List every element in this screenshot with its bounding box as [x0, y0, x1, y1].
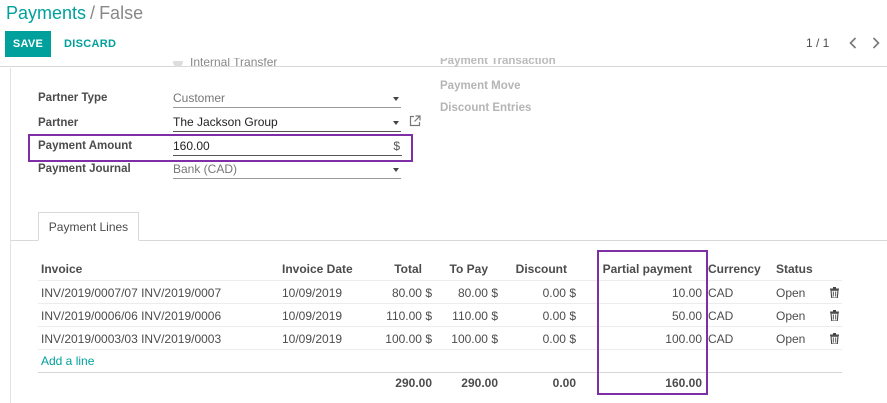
cell-currency: CAD: [708, 332, 734, 346]
column-header-discount[interactable]: Discount: [500, 262, 567, 276]
row-divider: [38, 303, 842, 304]
payment-transaction-label: Payment Transaction: [440, 58, 556, 67]
to-pay-sum: 290.00: [461, 376, 498, 390]
external-link-icon[interactable]: [409, 115, 421, 127]
row-divider: [38, 349, 842, 350]
control-panel: Payments / False SAVE DISCARD 1 / 1: [0, 0, 887, 67]
partner-type-label: Partner Type: [38, 92, 108, 104]
partner-label: Partner: [38, 117, 79, 129]
radio-internal-transfer[interactable]: [173, 61, 185, 68]
breadcrumb-current: False: [99, 3, 144, 23]
partner-type-select[interactable]: Customer: [173, 90, 401, 108]
header-divider: [38, 280, 842, 281]
breadcrumb-separator: /: [90, 3, 96, 23]
partner-value: The Jackson Group: [173, 115, 278, 129]
cell-discount: 0.00 $: [542, 332, 576, 346]
add-a-line-link[interactable]: Add a line: [41, 354, 94, 368]
breadcrumb: Payments / False: [6, 3, 143, 24]
save-button[interactable]: SAVE: [5, 31, 51, 57]
currency-symbol: $: [393, 139, 400, 153]
trash-icon[interactable]: [830, 333, 839, 345]
cell-invoice-date: 10/09/2019: [282, 332, 343, 346]
discount-sum: 0.00: [552, 376, 576, 390]
payment-journal-label: Payment Journal: [38, 163, 131, 175]
tab-bar-line: [11, 240, 887, 241]
discount-entries-label: Discount Entries: [440, 102, 532, 114]
cell-discount: 0.00 $: [542, 286, 576, 300]
chevron-right-icon[interactable]: [867, 33, 885, 53]
cell-status: Open: [776, 309, 806, 323]
caret-down-icon: [393, 97, 399, 101]
total-sum: 290.00: [395, 376, 432, 390]
cell-status: Open: [776, 332, 806, 346]
column-header-invoice-date[interactable]: Invoice Date: [282, 262, 353, 276]
tab-payment-lines[interactable]: Payment Lines: [38, 212, 139, 241]
column-header-status[interactable]: Status: [776, 262, 813, 276]
form-sheet: [10, 68, 887, 403]
cell-total: 100.00 $: [385, 332, 432, 346]
column-header-invoice[interactable]: Invoice: [41, 262, 82, 276]
cell-invoice: INV/2019/0007/07 INV/2019/0007: [41, 286, 222, 300]
cell-invoice-date: 10/09/2019: [282, 309, 343, 323]
cell-currency: CAD: [708, 309, 734, 323]
partial-payment-highlight: [597, 250, 708, 395]
partner-field[interactable]: The Jackson Group: [173, 114, 401, 132]
column-header-to-pay[interactable]: To Pay: [430, 262, 488, 276]
breadcrumb-payments-link[interactable]: Payments: [6, 3, 86, 23]
column-header-total[interactable]: Total: [360, 262, 422, 276]
chevron-left-icon[interactable]: [844, 33, 862, 53]
payment-amount-value: 160.00: [173, 139, 210, 153]
discard-button[interactable]: DISCARD: [58, 31, 122, 57]
cell-invoice: INV/2019/0006/06 INV/2019/0006: [41, 309, 222, 323]
payment-move-label: Payment Move: [440, 80, 521, 92]
trash-icon[interactable]: [830, 287, 839, 299]
row-divider: [38, 326, 842, 327]
caret-down-icon: [393, 121, 399, 125]
trash-icon[interactable]: [830, 310, 839, 322]
cell-total: 110.00 $: [386, 309, 432, 323]
payment-journal-select[interactable]: Bank (CAD): [173, 161, 401, 179]
radio-internal-transfer-label: Internal Transfer: [190, 58, 278, 69]
payment-amount-input[interactable]: 160.00 $: [173, 138, 402, 156]
pager-value[interactable]: 1 / 1: [806, 36, 829, 50]
cell-currency: CAD: [708, 286, 734, 300]
cell-status: Open: [776, 286, 806, 300]
payment-amount-label: Payment Amount: [38, 140, 133, 152]
cell-invoice: INV/2019/0003/03 INV/2019/0003: [41, 332, 222, 346]
cell-to-pay: 80.00 $: [457, 286, 498, 300]
cell-discount: 0.00 $: [542, 309, 576, 323]
cell-total: 80.00 $: [391, 286, 432, 300]
cell-to-pay: 110.00 $: [452, 309, 498, 323]
caret-down-icon: [393, 168, 399, 172]
cell-to-pay: 100.00 $: [451, 332, 498, 346]
cell-invoice-date: 10/09/2019: [282, 286, 343, 300]
partner-type-value: Customer: [173, 91, 226, 105]
column-header-currency[interactable]: Currency: [708, 262, 761, 276]
footer-divider: [38, 372, 842, 373]
payment-journal-value: Bank (CAD): [173, 162, 238, 176]
